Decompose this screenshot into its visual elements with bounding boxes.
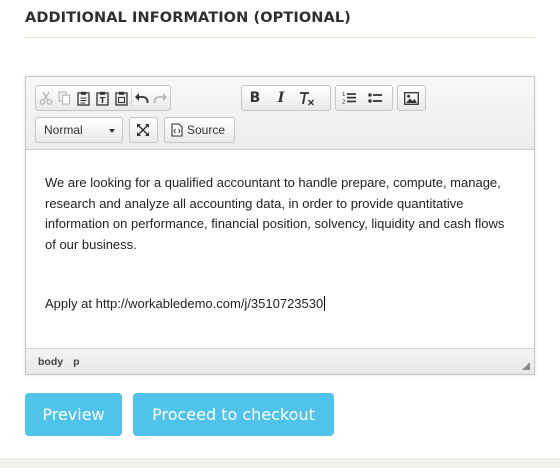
numbered-list-icon[interactable]: 12: [336, 86, 362, 110]
source-button[interactable]: Source: [164, 117, 235, 143]
clipboard-group: T: [35, 85, 171, 111]
preview-button[interactable]: Preview: [25, 393, 122, 436]
chevron-down-icon: [109, 129, 115, 133]
paste-from-word-icon[interactable]: [112, 86, 131, 110]
remove-format-icon[interactable]: [294, 86, 320, 110]
lists-group: 12: [335, 85, 393, 111]
paste-icon[interactable]: [74, 86, 93, 110]
basic-styles-group: B I: [241, 85, 331, 111]
footer-band: [0, 458, 560, 468]
bulleted-list-icon[interactable]: [362, 86, 388, 110]
content-apply-line: Apply at http://workabledemo.com/j/35107…: [45, 296, 326, 311]
editor-toolbar: T B I 12 Normal Source: [26, 77, 534, 150]
image-icon[interactable]: [398, 86, 424, 110]
rich-text-editor: T B I 12 Normal Source We are looking fo…: [25, 76, 535, 375]
bold-icon[interactable]: B: [242, 86, 268, 110]
section-divider: [25, 37, 535, 38]
path-item-p[interactable]: p: [73, 356, 79, 368]
path-item-body[interactable]: body: [38, 356, 63, 368]
insert-group: [397, 85, 426, 111]
resize-handle-icon[interactable]: [522, 362, 530, 370]
redo-icon[interactable]: [151, 86, 170, 110]
cut-icon[interactable]: [36, 86, 55, 110]
section-title: ADDITIONAL INFORMATION (OPTIONAL): [25, 10, 351, 26]
editor-statusbar: body p: [26, 348, 534, 374]
proceed-to-checkout-button[interactable]: Proceed to checkout: [133, 393, 334, 436]
editor-content-area[interactable]: We are looking for a qualified accountan…: [26, 151, 534, 347]
format-select[interactable]: Normal: [35, 117, 123, 143]
svg-text:T: T: [100, 96, 106, 105]
svg-text:1: 1: [342, 92, 346, 98]
source-label: Source: [187, 123, 226, 137]
italic-icon[interactable]: I: [268, 86, 294, 110]
paste-text-icon[interactable]: T: [93, 86, 112, 110]
format-select-value: Normal: [44, 123, 83, 137]
content-paragraph: We are looking for a qualified accountan…: [45, 175, 505, 252]
text-cursor: [324, 296, 326, 311]
source-icon: [171, 123, 183, 137]
copy-icon[interactable]: [55, 86, 74, 110]
svg-text:2: 2: [342, 100, 346, 106]
tools-group: [129, 117, 158, 143]
maximize-icon[interactable]: [130, 118, 156, 142]
undo-icon[interactable]: [132, 86, 151, 110]
